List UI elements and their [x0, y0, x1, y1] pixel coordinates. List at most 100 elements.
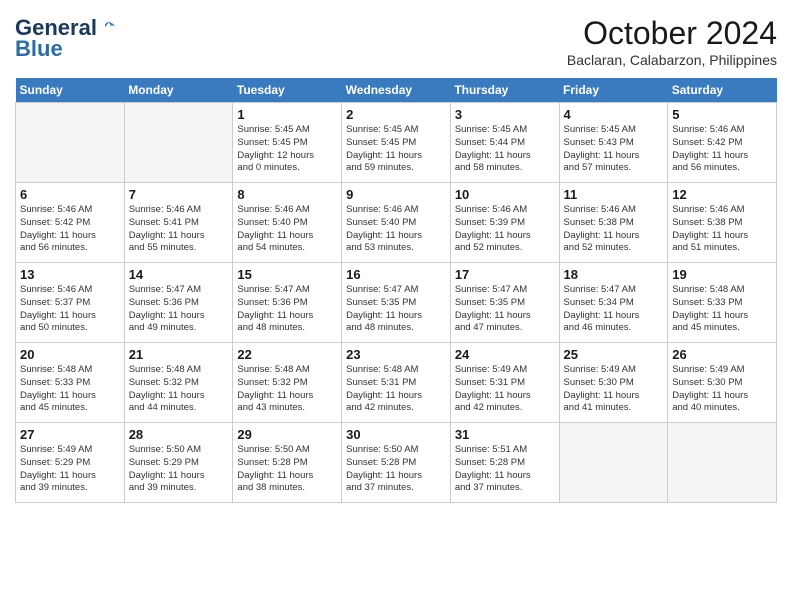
calendar-cell: 15 Sunrise: 5:47 AM Sunset: 5:36 PM Dayli… — [233, 263, 342, 343]
day-info: Sunrise: 5:46 AM Sunset: 5:39 PM Dayligh… — [455, 204, 555, 255]
day-info: Sunrise: 5:48 AM Sunset: 5:33 PM Dayligh… — [20, 364, 120, 415]
calendar-week-4: 27 Sunrise: 5:49 AM Sunset: 5:29 PM Dayli… — [16, 423, 777, 503]
weekday-header-wednesday: Wednesday — [342, 78, 451, 103]
calendar-cell: 19 Sunrise: 5:48 AM Sunset: 5:33 PM Dayli… — [668, 263, 777, 343]
day-number: 18 — [564, 267, 664, 282]
calendar-cell: 28Sunrise: 5:50 AM Sunset: 5:29 PM Dayli… — [124, 423, 233, 503]
day-number: 6 — [20, 187, 120, 202]
day-info: Sunrise: 5:47 AM Sunset: 5:35 PM Dayligh… — [455, 284, 555, 335]
day-info: Sunrise: 5:49 AM Sunset: 5:31 PM Dayligh… — [455, 364, 555, 415]
calendar-cell: 17 Sunrise: 5:47 AM Sunset: 5:35 PM Dayli… — [450, 263, 559, 343]
day-info: Sunrise: 5:48 AM Sunset: 5:31 PM Dayligh… — [346, 364, 446, 415]
calendar-cell: 29Sunrise: 5:50 AM Sunset: 5:28 PM Dayli… — [233, 423, 342, 503]
day-number: 26 — [672, 347, 772, 362]
weekday-header-tuesday: Tuesday — [233, 78, 342, 103]
day-number: 16 — [346, 267, 446, 282]
day-number: 9 — [346, 187, 446, 202]
calendar-cell: 11Sunrise: 5:46 AM Sunset: 5:38 PM Dayli… — [559, 183, 668, 263]
day-info: Sunrise: 5:46 AM Sunset: 5:38 PM Dayligh… — [672, 204, 772, 255]
weekday-header-thursday: Thursday — [450, 78, 559, 103]
calendar-cell: 20 Sunrise: 5:48 AM Sunset: 5:33 PM Dayli… — [16, 343, 125, 423]
calendar-cell: 10 Sunrise: 5:46 AM Sunset: 5:39 PM Dayli… — [450, 183, 559, 263]
day-number: 15 — [237, 267, 337, 282]
calendar-header-row: SundayMondayTuesdayWednesdayThursdayFrid… — [16, 78, 777, 103]
day-info: Sunrise: 5:49 AM Sunset: 5:30 PM Dayligh… — [564, 364, 664, 415]
day-info: Sunrise: 5:45 AM Sunset: 5:45 PM Dayligh… — [237, 124, 337, 175]
day-info: Sunrise: 5:46 AM Sunset: 5:42 PM Dayligh… — [20, 204, 120, 255]
day-number: 2 — [346, 107, 446, 122]
day-number: 8 — [237, 187, 337, 202]
day-info: Sunrise: 5:47 AM Sunset: 5:34 PM Dayligh… — [564, 284, 664, 335]
day-info: Sunrise: 5:48 AM Sunset: 5:33 PM Dayligh… — [672, 284, 772, 335]
day-info: Sunrise: 5:46 AM Sunset: 5:42 PM Dayligh… — [672, 124, 772, 175]
day-info: Sunrise: 5:47 AM Sunset: 5:36 PM Dayligh… — [237, 284, 337, 335]
day-number: 29 — [237, 427, 337, 442]
day-number: 23 — [346, 347, 446, 362]
day-number: 1 — [237, 107, 337, 122]
day-info: Sunrise: 5:45 AM Sunset: 5:43 PM Dayligh… — [564, 124, 664, 175]
calendar-cell: 18 Sunrise: 5:47 AM Sunset: 5:34 PM Dayli… — [559, 263, 668, 343]
weekday-header-saturday: Saturday — [668, 78, 777, 103]
page-header: General Blue October 2024 Baclaran, Cala… — [15, 15, 777, 68]
day-info: Sunrise: 5:50 AM Sunset: 5:28 PM Dayligh… — [346, 444, 446, 495]
day-info: Sunrise: 5:46 AM Sunset: 5:40 PM Dayligh… — [237, 204, 337, 255]
calendar-cell: 4 Sunrise: 5:45 AM Sunset: 5:43 PM Daylig… — [559, 103, 668, 183]
calendar-cell: 21Sunrise: 5:48 AM Sunset: 5:32 PM Dayli… — [124, 343, 233, 423]
day-number: 7 — [129, 187, 229, 202]
weekday-header-sunday: Sunday — [16, 78, 125, 103]
day-number: 31 — [455, 427, 555, 442]
calendar-cell: 1 Sunrise: 5:45 AM Sunset: 5:45 PM Daylig… — [233, 103, 342, 183]
calendar-cell: 25 Sunrise: 5:49 AM Sunset: 5:30 PM Dayli… — [559, 343, 668, 423]
logo: General Blue — [15, 15, 117, 62]
day-number: 5 — [672, 107, 772, 122]
day-number: 19 — [672, 267, 772, 282]
day-info: Sunrise: 5:47 AM Sunset: 5:36 PM Dayligh… — [129, 284, 229, 335]
day-number: 20 — [20, 347, 120, 362]
day-info: Sunrise: 5:47 AM Sunset: 5:35 PM Dayligh… — [346, 284, 446, 335]
calendar-cell — [124, 103, 233, 183]
day-number: 3 — [455, 107, 555, 122]
calendar-body: 1 Sunrise: 5:45 AM Sunset: 5:45 PM Daylig… — [16, 103, 777, 503]
day-number: 13 — [20, 267, 120, 282]
calendar-cell: 22 Sunrise: 5:48 AM Sunset: 5:32 PM Dayli… — [233, 343, 342, 423]
calendar-cell: 16 Sunrise: 5:47 AM Sunset: 5:35 PM Dayli… — [342, 263, 451, 343]
day-number: 22 — [237, 347, 337, 362]
day-info: Sunrise: 5:51 AM Sunset: 5:28 PM Dayligh… — [455, 444, 555, 495]
day-info: Sunrise: 5:45 AM Sunset: 5:45 PM Dayligh… — [346, 124, 446, 175]
calendar-cell: 12Sunrise: 5:46 AM Sunset: 5:38 PM Dayli… — [668, 183, 777, 263]
day-number: 30 — [346, 427, 446, 442]
day-number: 24 — [455, 347, 555, 362]
day-info: Sunrise: 5:46 AM Sunset: 5:38 PM Dayligh… — [564, 204, 664, 255]
calendar-cell: 5 Sunrise: 5:46 AM Sunset: 5:42 PM Daylig… — [668, 103, 777, 183]
day-info: Sunrise: 5:48 AM Sunset: 5:32 PM Dayligh… — [237, 364, 337, 415]
logo-bird-icon — [99, 19, 117, 37]
calendar-cell: 31 Sunrise: 5:51 AM Sunset: 5:28 PM Dayli… — [450, 423, 559, 503]
calendar-cell: 26 Sunrise: 5:49 AM Sunset: 5:30 PM Dayli… — [668, 343, 777, 423]
calendar-table: SundayMondayTuesdayWednesdayThursdayFrid… — [15, 78, 777, 503]
calendar-cell — [559, 423, 668, 503]
calendar-cell: 13 Sunrise: 5:46 AM Sunset: 5:37 PM Dayli… — [16, 263, 125, 343]
calendar-cell: 30 Sunrise: 5:50 AM Sunset: 5:28 PM Dayli… — [342, 423, 451, 503]
day-info: Sunrise: 5:46 AM Sunset: 5:41 PM Dayligh… — [129, 204, 229, 255]
day-info: Sunrise: 5:48 AM Sunset: 5:32 PM Dayligh… — [129, 364, 229, 415]
calendar-cell: 27 Sunrise: 5:49 AM Sunset: 5:29 PM Dayli… — [16, 423, 125, 503]
day-info: Sunrise: 5:49 AM Sunset: 5:29 PM Dayligh… — [20, 444, 120, 495]
location-text: Baclaran, Calabarzon, Philippines — [567, 52, 777, 68]
day-info: Sunrise: 5:46 AM Sunset: 5:37 PM Dayligh… — [20, 284, 120, 335]
calendar-cell: 3Sunrise: 5:45 AM Sunset: 5:44 PM Daylig… — [450, 103, 559, 183]
calendar-cell: 2 Sunrise: 5:45 AM Sunset: 5:45 PM Daylig… — [342, 103, 451, 183]
calendar-cell: 24 Sunrise: 5:49 AM Sunset: 5:31 PM Dayli… — [450, 343, 559, 423]
day-info: Sunrise: 5:50 AM Sunset: 5:29 PM Dayligh… — [129, 444, 229, 495]
day-number: 25 — [564, 347, 664, 362]
calendar-cell: 8 Sunrise: 5:46 AM Sunset: 5:40 PM Daylig… — [233, 183, 342, 263]
calendar-week-0: 1 Sunrise: 5:45 AM Sunset: 5:45 PM Daylig… — [16, 103, 777, 183]
day-number: 27 — [20, 427, 120, 442]
day-info: Sunrise: 5:49 AM Sunset: 5:30 PM Dayligh… — [672, 364, 772, 415]
day-number: 4 — [564, 107, 664, 122]
logo-blue-text: Blue — [15, 36, 63, 62]
calendar-cell — [16, 103, 125, 183]
weekday-header-friday: Friday — [559, 78, 668, 103]
calendar-cell: 9Sunrise: 5:46 AM Sunset: 5:40 PM Daylig… — [342, 183, 451, 263]
day-number: 17 — [455, 267, 555, 282]
day-number: 10 — [455, 187, 555, 202]
